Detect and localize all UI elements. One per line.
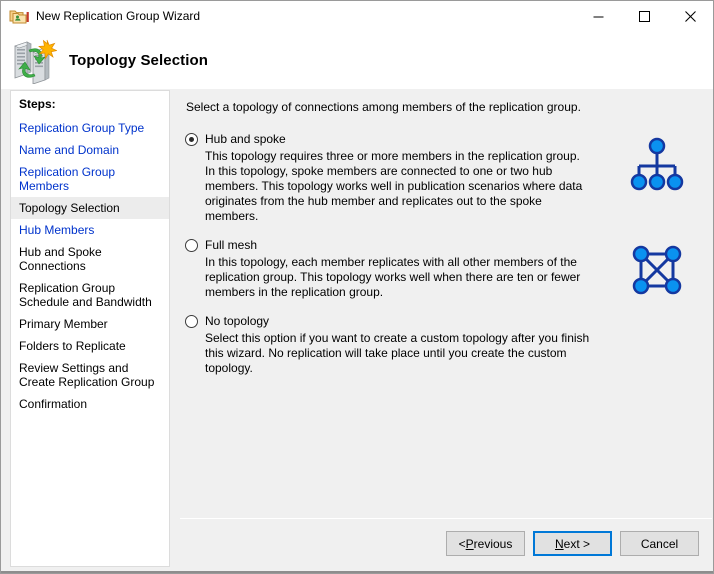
next-accel: N [554, 536, 564, 551]
option-no-topology-description: Select this option if you want to create… [205, 331, 590, 375]
next-post: ext > [563, 536, 591, 551]
minimize-button[interactable] [575, 1, 621, 31]
wizard-header: Topology Selection [1, 31, 713, 89]
radio-full-mesh[interactable] [185, 238, 198, 252]
sidebar-item-replication-group-schedule-and-bandwidth: Replication Group Schedule and Bandwidth [19, 281, 152, 309]
option-hub-and-spoke-label[interactable]: Hub and spoke [205, 132, 286, 146]
cancel-button[interactable]: Cancel [620, 531, 699, 556]
sidebar-item-hub-and-spoke-connections: Hub and Spoke Connections [19, 245, 102, 273]
window-controls [575, 1, 713, 31]
option-full-mesh-description: In this topology, each member replicates… [205, 255, 581, 299]
content-wrapper: Select a topology of connections among m… [180, 90, 712, 573]
sidebar-item-replication-group-members[interactable]: Replication Group Members [11, 161, 169, 197]
instruction-text: Select a topology of connections among m… [186, 100, 581, 114]
steps-sidebar: Steps: Replication Group Type Name and D… [10, 90, 170, 567]
maximize-button[interactable] [621, 1, 667, 31]
previous-button[interactable]: < Previous [446, 531, 525, 556]
sidebar-item-name-and-domain[interactable]: Name and Domain [11, 139, 169, 161]
sidebar-item-review-settings-and-create-replication-group: Review Settings and Create Replication G… [19, 361, 155, 389]
content-panel: Select a topology of connections among m… [180, 90, 712, 519]
option-no-topology-header[interactable]: No topology [185, 314, 590, 328]
close-button[interactable] [667, 1, 713, 31]
sidebar-item-confirmation: Confirmation [19, 397, 88, 411]
option-no-topology-label[interactable]: No topology [205, 314, 269, 328]
button-bar: < Previous Next > Cancel [180, 519, 712, 573]
option-no-topology[interactable]: No topology Select this option if you wa… [185, 314, 700, 376]
previous-post: revious [473, 536, 513, 551]
sidebar-item-primary-member: Primary Member [19, 317, 108, 331]
option-full-mesh-label[interactable]: Full mesh [205, 238, 257, 252]
previous-accel: P [465, 536, 474, 551]
option-hub-and-spoke[interactable]: Hub and spoke This topology requires thr… [185, 132, 700, 224]
window-title: New Replication Group Wizard [36, 9, 201, 23]
full-mesh-topology-icon [626, 240, 688, 305]
wizard-body: Steps: Replication Group Type Name and D… [1, 89, 713, 573]
replication-servers-icon [9, 36, 58, 85]
steps-label: Steps: [19, 97, 56, 111]
next-button[interactable]: Next > [533, 531, 612, 556]
option-hub-and-spoke-header[interactable]: Hub and spoke [185, 132, 590, 146]
hub-and-spoke-topology-icon [626, 134, 688, 199]
sidebar-item-topology-selection[interactable]: Topology Selection [11, 197, 169, 219]
replication-group-folders-icon [8, 7, 30, 25]
wizard-window: New Replication Group Wizard Topology Se… [0, 0, 714, 574]
page-title: Topology Selection [69, 51, 209, 69]
window-bottom-edge [1, 571, 713, 573]
previous-pre: < [458, 536, 466, 551]
sidebar-item-folders-to-replicate: Folders to Replicate [19, 339, 126, 353]
title-bar: New Replication Group Wizard [1, 1, 713, 31]
option-hub-and-spoke-description: This topology requires three or more mem… [205, 149, 583, 223]
radio-no-topology[interactable] [185, 314, 198, 328]
sidebar-item-replication-group-type[interactable]: Replication Group Type [11, 117, 169, 139]
option-full-mesh-header[interactable]: Full mesh [185, 238, 590, 252]
option-full-mesh[interactable]: Full mesh In this topology, each member … [185, 238, 700, 300]
radio-hub-and-spoke[interactable] [185, 132, 198, 146]
sidebar-item-hub-members[interactable]: Hub Members [11, 219, 169, 241]
